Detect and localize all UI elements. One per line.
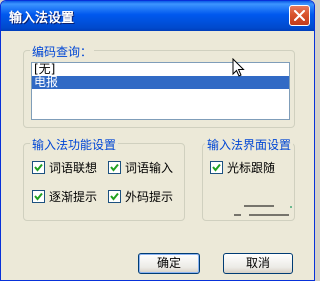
checkbox-box — [32, 190, 45, 203]
external-code-hint-checkbox[interactable]: 外码提示 — [108, 188, 173, 205]
external-code-hint-label: 外码提示 — [125, 190, 174, 204]
mouse-pointer-icon — [232, 58, 245, 77]
check-icon — [34, 163, 43, 172]
list-item[interactable]: [无] — [32, 63, 289, 76]
checkbox-box — [108, 190, 121, 203]
check-icon — [110, 163, 119, 172]
cancel-button[interactable]: 取消 — [223, 253, 293, 274]
close-button[interactable] — [289, 5, 310, 26]
window-title: 输入法设置 — [9, 11, 75, 26]
ok-button[interactable]: 确定 — [138, 253, 200, 274]
check-icon — [212, 163, 221, 172]
code-query-listbox[interactable]: [无] 电报 — [31, 62, 290, 120]
input-method-settings-dialog: 输入法设置 编码查询： [无] 电报 输入法功能设置 词语联想 词语输入 逐渐提… — [0, 0, 315, 281]
close-icon — [294, 10, 305, 21]
word-input-checkbox[interactable]: 词语输入 — [108, 159, 173, 176]
word-association-checkbox[interactable]: 词语联想 — [32, 159, 97, 176]
checkbox-box — [108, 161, 121, 174]
check-icon — [110, 192, 119, 201]
feature-settings-legend: 输入法功能设置 — [30, 136, 119, 153]
cursor-follow-label: 光标跟随 — [227, 161, 276, 175]
list-item-selected[interactable]: 电报 — [32, 76, 289, 89]
title-bar[interactable]: 输入法设置 — [1, 1, 314, 31]
decorative-marks-icon — [234, 205, 292, 216]
word-input-label: 词语输入 — [125, 161, 174, 175]
interface-settings-legend: 输入法界面设置 — [205, 136, 294, 153]
feature-settings-group: 输入法功能设置 — [23, 136, 185, 221]
checkbox-box — [32, 161, 45, 174]
gradual-hint-label: 逐渐提示 — [49, 190, 98, 204]
cursor-follow-checkbox[interactable]: 光标跟随 — [210, 159, 275, 176]
gradual-hint-checkbox[interactable]: 逐渐提示 — [32, 188, 97, 205]
code-query-legend: 编码查询： — [30, 43, 95, 60]
word-association-label: 词语联想 — [49, 161, 98, 175]
check-icon — [34, 192, 43, 201]
checkbox-box — [210, 161, 223, 174]
